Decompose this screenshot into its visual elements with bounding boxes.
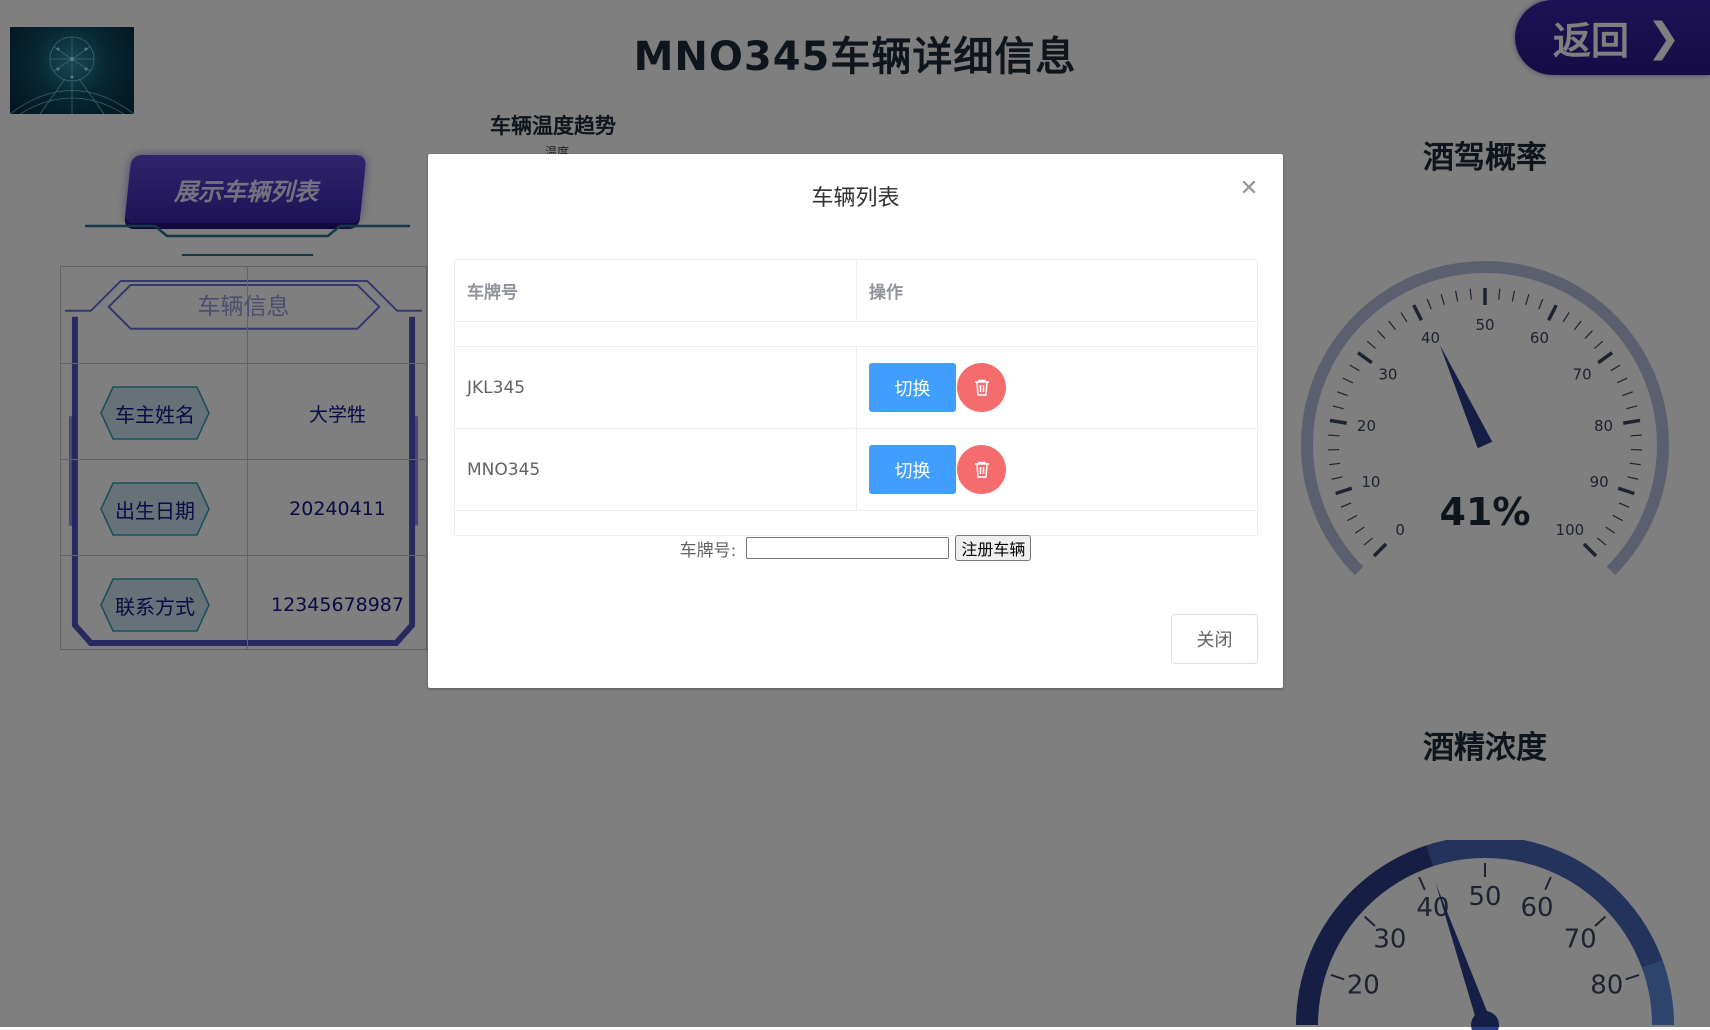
- column-header-plate: 车牌号: [455, 260, 856, 321]
- plate-cell: MNO345: [455, 429, 856, 510]
- switch-button[interactable]: 切换: [869, 445, 956, 494]
- table-spacer-row: [455, 511, 1257, 536]
- table-row: JKL345 切换: [455, 347, 1257, 429]
- delete-button[interactable]: [957, 363, 1006, 412]
- table-row: MNO345 切换: [455, 429, 1257, 511]
- table-header-row: 车牌号 操作: [455, 260, 1257, 322]
- column-header-action: 操作: [856, 260, 1257, 321]
- delete-button[interactable]: [957, 445, 1006, 494]
- register-plate-label: 车牌号:: [680, 536, 737, 561]
- switch-button[interactable]: 切换: [869, 363, 956, 412]
- close-icon[interactable]: ✕: [1239, 178, 1259, 198]
- register-vehicle-button[interactable]: 注册车辆: [955, 535, 1031, 561]
- close-dialog-button[interactable]: 关闭: [1171, 614, 1258, 664]
- action-cell: 切换: [856, 429, 1257, 510]
- register-plate-input[interactable]: [746, 537, 949, 559]
- register-form: 车牌号: 注册车辆: [428, 535, 1283, 561]
- plate-cell: JKL345: [455, 347, 856, 428]
- table-spacer-row: [455, 322, 1257, 347]
- vehicle-list-table: 车牌号 操作 JKL345 切换 MNO345 切换: [454, 259, 1258, 536]
- vehicle-list-dialog: 车辆列表 ✕ 车牌号 操作 JKL345 切换 MNO345 切换: [428, 154, 1283, 688]
- trash-icon: [974, 461, 990, 478]
- trash-icon: [974, 379, 990, 396]
- action-cell: 切换: [856, 347, 1257, 428]
- dialog-title: 车辆列表: [428, 180, 1283, 212]
